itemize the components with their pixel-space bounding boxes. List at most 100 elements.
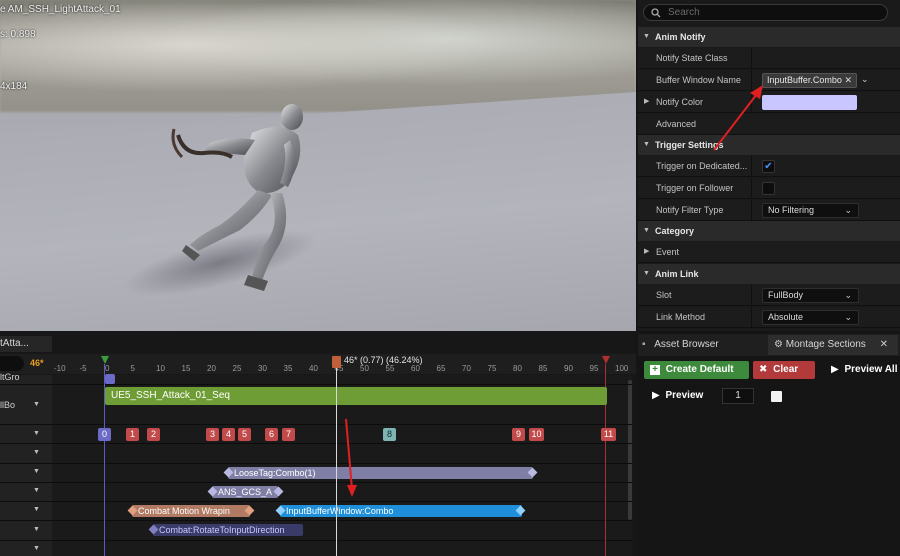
preview-all-button[interactable]: ▶ Preview All: [828, 361, 900, 379]
annotation-arrow: [713, 85, 763, 151]
ruler-tick-label: 65: [436, 364, 446, 373]
tab-label: Asset Browser: [654, 339, 719, 350]
close-icon[interactable]: ✕: [844, 74, 852, 87]
branch-marker-7[interactable]: 7: [282, 428, 295, 441]
chevron-down-icon: ⌄: [844, 312, 852, 322]
playhead-handle[interactable]: [332, 356, 341, 368]
track-menu-arrow-icon[interactable]: ▼: [33, 401, 40, 408]
notify-ans-gcs[interactable]: ANS_GCS_A: [212, 486, 278, 498]
row-notify-filter-type: Notify Filter Type No Filtering ⌄: [638, 200, 900, 221]
section-category[interactable]: ▼ Category: [638, 221, 900, 241]
notify-filter-dropdown[interactable]: No Filtering ⌄: [762, 203, 859, 218]
tab-label: Montage Sections: [785, 339, 866, 350]
branch-marker-2[interactable]: 2: [147, 428, 160, 441]
chevron-down-icon: ⌄: [844, 290, 852, 300]
tab-asset-browser[interactable]: ▪ Asset Browser: [642, 335, 719, 355]
track-label-slot: llBo: [0, 400, 16, 410]
dropdown-value: No Filtering: [768, 205, 815, 215]
track-menu-arrow-icon[interactable]: ▼: [33, 487, 40, 494]
buffer-window-tag-chip[interactable]: InputBuffer.Combo ✕: [762, 73, 857, 88]
branch-marker-9[interactable]: 9: [512, 428, 525, 441]
branch-marker-8[interactable]: 8: [383, 428, 396, 441]
track-menu-arrow-icon[interactable]: ▼: [33, 430, 40, 437]
slot-dropdown[interactable]: FullBody ⌄: [762, 288, 859, 303]
branch-marker-4[interactable]: 4: [222, 428, 235, 441]
row-link-method: Link Method Absolute ⌄: [638, 307, 900, 328]
row-label: Notify State Class: [656, 53, 728, 63]
notify-rotate[interactable]: Combat:RotateToInputDirection: [153, 524, 303, 536]
play-icon: ▶: [831, 364, 839, 375]
timeline-tab[interactable]: tAtta...: [0, 336, 52, 352]
ruler-tick-label: 5: [130, 364, 135, 373]
row-separator: [0, 540, 632, 541]
trigger-dedicated-checkbox[interactable]: ✔: [762, 160, 775, 173]
track-menu-arrow-icon[interactable]: ▼: [33, 506, 40, 513]
dropdown-value: Absolute: [768, 312, 804, 322]
trigger-follower-checkbox[interactable]: [762, 182, 775, 195]
row-label: Event: [656, 247, 680, 257]
button-label: Preview: [665, 390, 704, 401]
chevron-down-icon[interactable]: ⌄: [861, 74, 869, 85]
branch-marker-10[interactable]: 10: [529, 428, 544, 441]
branch-marker-0[interactable]: 0: [98, 428, 111, 441]
track-menu-arrow-icon[interactable]: ▼: [33, 468, 40, 475]
tab-montage-sections[interactable]: ⚙ Montage Sections ✕: [768, 335, 898, 355]
section-anim-link[interactable]: ▼ Anim Link: [638, 264, 900, 284]
search-icon: [651, 8, 661, 18]
tag-chip-label: InputBuffer.Combo: [767, 75, 842, 85]
ruler-tick-label: 60: [411, 364, 420, 373]
branch-marker-1[interactable]: 1: [126, 428, 139, 441]
row-separator: [0, 482, 632, 483]
notify-color-swatch[interactable]: [762, 95, 857, 110]
track-menu-arrow-icon[interactable]: ▼: [33, 449, 40, 456]
timeline-vscroll[interactable]: [628, 380, 632, 520]
row-slot: Slot FullBody ⌄: [638, 285, 900, 306]
end-marker-icon[interactable]: [602, 356, 610, 364]
expand-arrow-icon[interactable]: ▶: [644, 97, 649, 105]
start-marker-icon[interactable]: [101, 356, 109, 364]
ruler-tick-label: 70: [462, 364, 471, 373]
collapse-arrow-icon: ▼: [643, 227, 650, 234]
track-menu-arrow-icon[interactable]: ▼: [33, 545, 40, 552]
create-default-button[interactable]: + Create Default: [644, 361, 749, 379]
row-separator: [0, 520, 632, 521]
row-label: Advanced: [656, 119, 697, 129]
playhead-label: 46* (0.77) (46.24%): [344, 355, 423, 365]
viewport[interactable]: e AM_SSH_LightAttack_01 s: 0.898 4x184: [0, 0, 636, 331]
link-method-dropdown[interactable]: Absolute ⌄: [762, 310, 859, 325]
close-icon[interactable]: ✕: [880, 335, 888, 355]
branch-marker-11[interactable]: 11: [601, 428, 616, 441]
branch-marker-3[interactable]: 3: [206, 428, 219, 441]
clear-button[interactable]: ✖ Clear: [753, 361, 815, 379]
row-event[interactable]: ▶ Event: [638, 242, 900, 263]
montage-segment[interactable]: UE5_SSH_Attack_01_Seq: [105, 387, 607, 405]
viewport-resolution-line: 4x184: [0, 81, 28, 92]
button-label: Create Default: [665, 364, 734, 375]
ruler-tick-label: 75: [487, 364, 497, 373]
section-anim-notify[interactable]: ▼ Anim Notify: [638, 27, 900, 47]
ruler-tick-label: 95: [589, 364, 599, 373]
collapse-arrow-icon: ▼: [643, 270, 650, 277]
branch-marker-6[interactable]: 6: [265, 428, 278, 441]
branch-marker-5[interactable]: 5: [238, 428, 251, 441]
button-label: Preview All: [844, 364, 898, 375]
details-search-input[interactable]: Search: [643, 4, 888, 21]
row-label: Link Method: [656, 312, 706, 322]
notify-loose-tag[interactable]: LooseTag:Combo(1): [228, 467, 533, 479]
preview-section-checkbox[interactable]: [771, 391, 782, 402]
expand-arrow-icon[interactable]: ▶: [644, 247, 649, 255]
notify-input-buffer[interactable]: InputBufferWindow:Combo: [280, 505, 522, 517]
timeline-filter-input[interactable]: [0, 356, 24, 371]
section-marker[interactable]: [105, 374, 115, 384]
section-title: Category: [655, 226, 695, 236]
preview-button[interactable]: ▶ Preview: [652, 387, 712, 405]
row-trigger-dedicated: Trigger on Dedicated... ✔: [638, 156, 900, 177]
preview-section-index[interactable]: 1: [722, 388, 754, 404]
row-label: Trigger on Follower: [656, 183, 734, 193]
track-menu-arrow-icon[interactable]: ▼: [33, 526, 40, 533]
viewport-stat-line: s: 0.898: [0, 29, 36, 40]
viewport-asset-title: e AM_SSH_LightAttack_01: [0, 4, 121, 15]
notify-combat-motion[interactable]: Combat Motion Wrapin: [132, 505, 250, 517]
annotation-arrow: [345, 418, 357, 497]
montage-sections-icon: ⚙: [774, 339, 783, 350]
